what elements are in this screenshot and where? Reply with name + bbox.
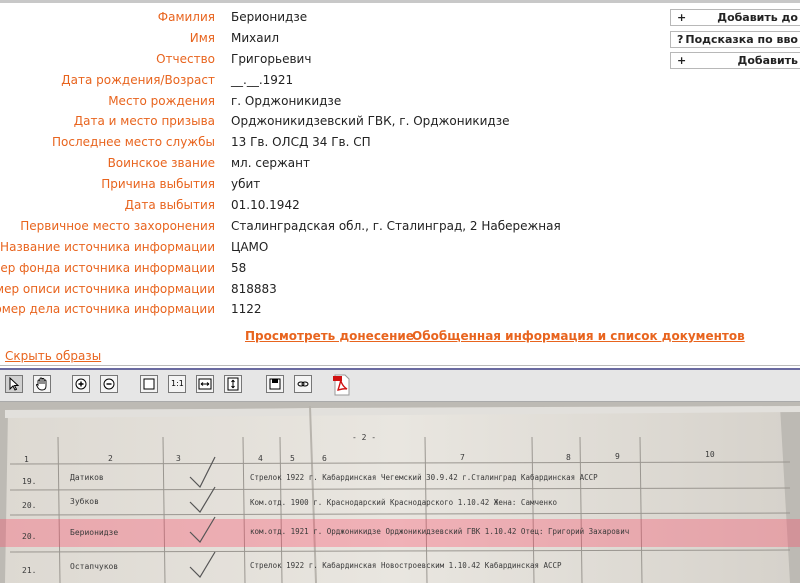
record-row: Название источника информации ЦАМО xyxy=(0,238,660,259)
field-value: г. Орджоникидзе xyxy=(231,93,342,108)
field-value: ЦАМО xyxy=(231,239,269,254)
field-label: Причина выбытия xyxy=(101,177,215,192)
column-number: 2 xyxy=(108,454,113,463)
image-viewer-toolbar: 1:1 xyxy=(0,370,800,402)
field-value: Григорьевич xyxy=(231,51,312,66)
record-row: Дата и место призыва Орджоникидзевский ГВ… xyxy=(0,112,660,133)
input-hint-button[interactable]: ? Подсказка по вво xyxy=(670,31,800,48)
record-row: Причина выбытия убит xyxy=(0,175,660,196)
add-label: Добавить xyxy=(737,54,798,67)
field-label: Последнее место службы xyxy=(52,135,215,150)
record-info-table: Фамилия Берионидзе Имя Михаил Отчество Григ… xyxy=(0,8,660,321)
document-scan-image: - 2 - 1 2 3 4 5 6 7 8 9 10 19. Датиков С… xyxy=(0,402,800,583)
field-value: убит xyxy=(231,177,261,192)
field-label: Воинское звание xyxy=(107,156,215,171)
document-row-text: Ком.отд. 1900 г. Краснодарский Краснодар… xyxy=(250,498,558,507)
column-number: 9 xyxy=(615,452,620,461)
field-value: 1122 xyxy=(231,302,262,317)
field-label: Первичное место захоронения xyxy=(20,218,215,233)
field-label: Фамилия xyxy=(157,10,215,24)
record-row: Дата выбытия 01.10.1942 xyxy=(0,196,660,217)
record-row: Номер дела источника информации 1122 xyxy=(0,300,660,321)
record-row: Отчество Григорьевич xyxy=(0,50,660,71)
add-data-label: Добавить до xyxy=(717,11,798,24)
add-data-button[interactable]: + Добавить до xyxy=(670,9,800,26)
input-hint-label: Подсказка по вво xyxy=(685,33,798,46)
record-row: Дата рождения/Возраст __.__.1921 xyxy=(0,71,660,92)
record-row: Последнее место службы 13 Гв. ОЛСД 34 Гв.… xyxy=(0,133,660,154)
document-row-name: Датиков xyxy=(70,473,104,482)
field-value: 58 xyxy=(231,260,247,275)
field-label: Номер дела источника информации xyxy=(0,302,215,317)
column-number: 7 xyxy=(460,453,465,462)
column-number: 3 xyxy=(176,454,181,463)
add-button[interactable]: + Добавить xyxy=(670,52,800,69)
record-links: Просмотреть донесение Обобщенная информа… xyxy=(0,329,800,345)
field-label: Место рождения xyxy=(108,93,215,108)
document-header-mark: - 2 - xyxy=(352,433,376,442)
zoom-out-icon[interactable] xyxy=(100,375,118,393)
select-arrow-icon[interactable] xyxy=(5,375,23,393)
column-number: 10 xyxy=(705,450,715,459)
column-number: 6 xyxy=(322,454,327,463)
column-number: 8 xyxy=(566,453,571,462)
field-label: Имя xyxy=(189,30,215,45)
field-label: Название источника информации xyxy=(0,239,215,254)
field-value: мл. сержант xyxy=(231,156,310,171)
record-row: Первичное место захоронения Сталинградска… xyxy=(0,217,660,238)
document-row-number: 21. xyxy=(22,566,36,575)
field-label: Номер описи источника информации xyxy=(0,281,215,296)
field-value: Берионидзе xyxy=(231,10,308,24)
pdf-icon[interactable] xyxy=(332,374,352,396)
actual-size-label: 1:1 xyxy=(171,379,184,388)
field-value: Михаил xyxy=(231,30,280,45)
fit-height-icon[interactable] xyxy=(224,375,242,393)
hand-pan-icon[interactable] xyxy=(33,375,51,393)
question-icon: ? xyxy=(677,33,684,46)
document-row-text: Стрелок 1922 г. Кабардинская Чегемский 3… xyxy=(250,473,598,482)
field-value: Сталинградская обл., г. Сталинград, 2 На… xyxy=(231,218,561,233)
plus-icon: + xyxy=(677,54,687,67)
summary-info-link[interactable]: Обобщенная информация и список документо… xyxy=(412,329,745,343)
document-row-number: 20. xyxy=(22,501,36,510)
column-number: 4 xyxy=(258,454,263,463)
column-number: 5 xyxy=(290,454,295,463)
field-value: __.__.1921 xyxy=(231,72,294,87)
actual-size-icon[interactable]: 1:1 xyxy=(168,375,186,393)
view-report-link[interactable]: Просмотреть донесение xyxy=(245,329,414,343)
link-icon[interactable] xyxy=(294,375,312,393)
document-row-text: Стрелок 1922 г. Кабардинская Новостроевс… xyxy=(250,561,562,570)
top-border xyxy=(0,0,800,3)
plus-icon: + xyxy=(677,11,687,24)
record-row: Воинское звание мл. сержант xyxy=(0,154,660,175)
record-row: Номер описи источника информации 818883 xyxy=(0,280,660,301)
record-row: Номер фонда источника информации 58 xyxy=(0,259,660,280)
document-row-name: Остапчуков xyxy=(70,562,118,571)
document-row-name: Берионидзе xyxy=(70,528,118,537)
archival-document-scan: - 2 - 1 2 3 4 5 6 7 8 9 10 19. Датиков С… xyxy=(0,402,800,583)
field-label: Дата выбытия xyxy=(124,198,215,213)
document-row-number: 19. xyxy=(22,477,36,486)
record-row: Имя Михаил xyxy=(0,29,660,50)
column-number: 1 xyxy=(24,455,29,464)
divider xyxy=(0,365,800,366)
field-label: Отчество xyxy=(156,51,215,66)
record-row: Место рождения г. Орджоникидзе xyxy=(0,92,660,113)
record-row: Фамилия Берионидзе xyxy=(0,8,660,29)
document-row-number: 20. xyxy=(22,532,36,541)
document-row-name: Зубков xyxy=(70,496,99,506)
save-icon[interactable] xyxy=(266,375,284,393)
zoom-in-icon[interactable] xyxy=(72,375,90,393)
hide-images-link[interactable]: Скрыть образы xyxy=(5,349,101,363)
field-label: Дата и место призыва xyxy=(73,114,215,129)
field-label: Номер фонда источника информации xyxy=(0,260,215,275)
document-row-text: ком.отд. 1921 г. Орджоникидзе Орджоникид… xyxy=(250,527,629,536)
field-value: 818883 xyxy=(231,281,277,296)
field-value: 13 Гв. ОЛСД 34 Гв. СП xyxy=(231,135,371,150)
field-value: 01.10.1942 xyxy=(231,198,300,213)
field-label: Дата рождения/Возраст xyxy=(61,72,215,87)
fit-width-icon[interactable] xyxy=(196,375,214,393)
fit-page-icon[interactable] xyxy=(140,375,158,393)
field-value: Орджоникидзевский ГВК, г. Орджоникидзе xyxy=(231,114,510,129)
